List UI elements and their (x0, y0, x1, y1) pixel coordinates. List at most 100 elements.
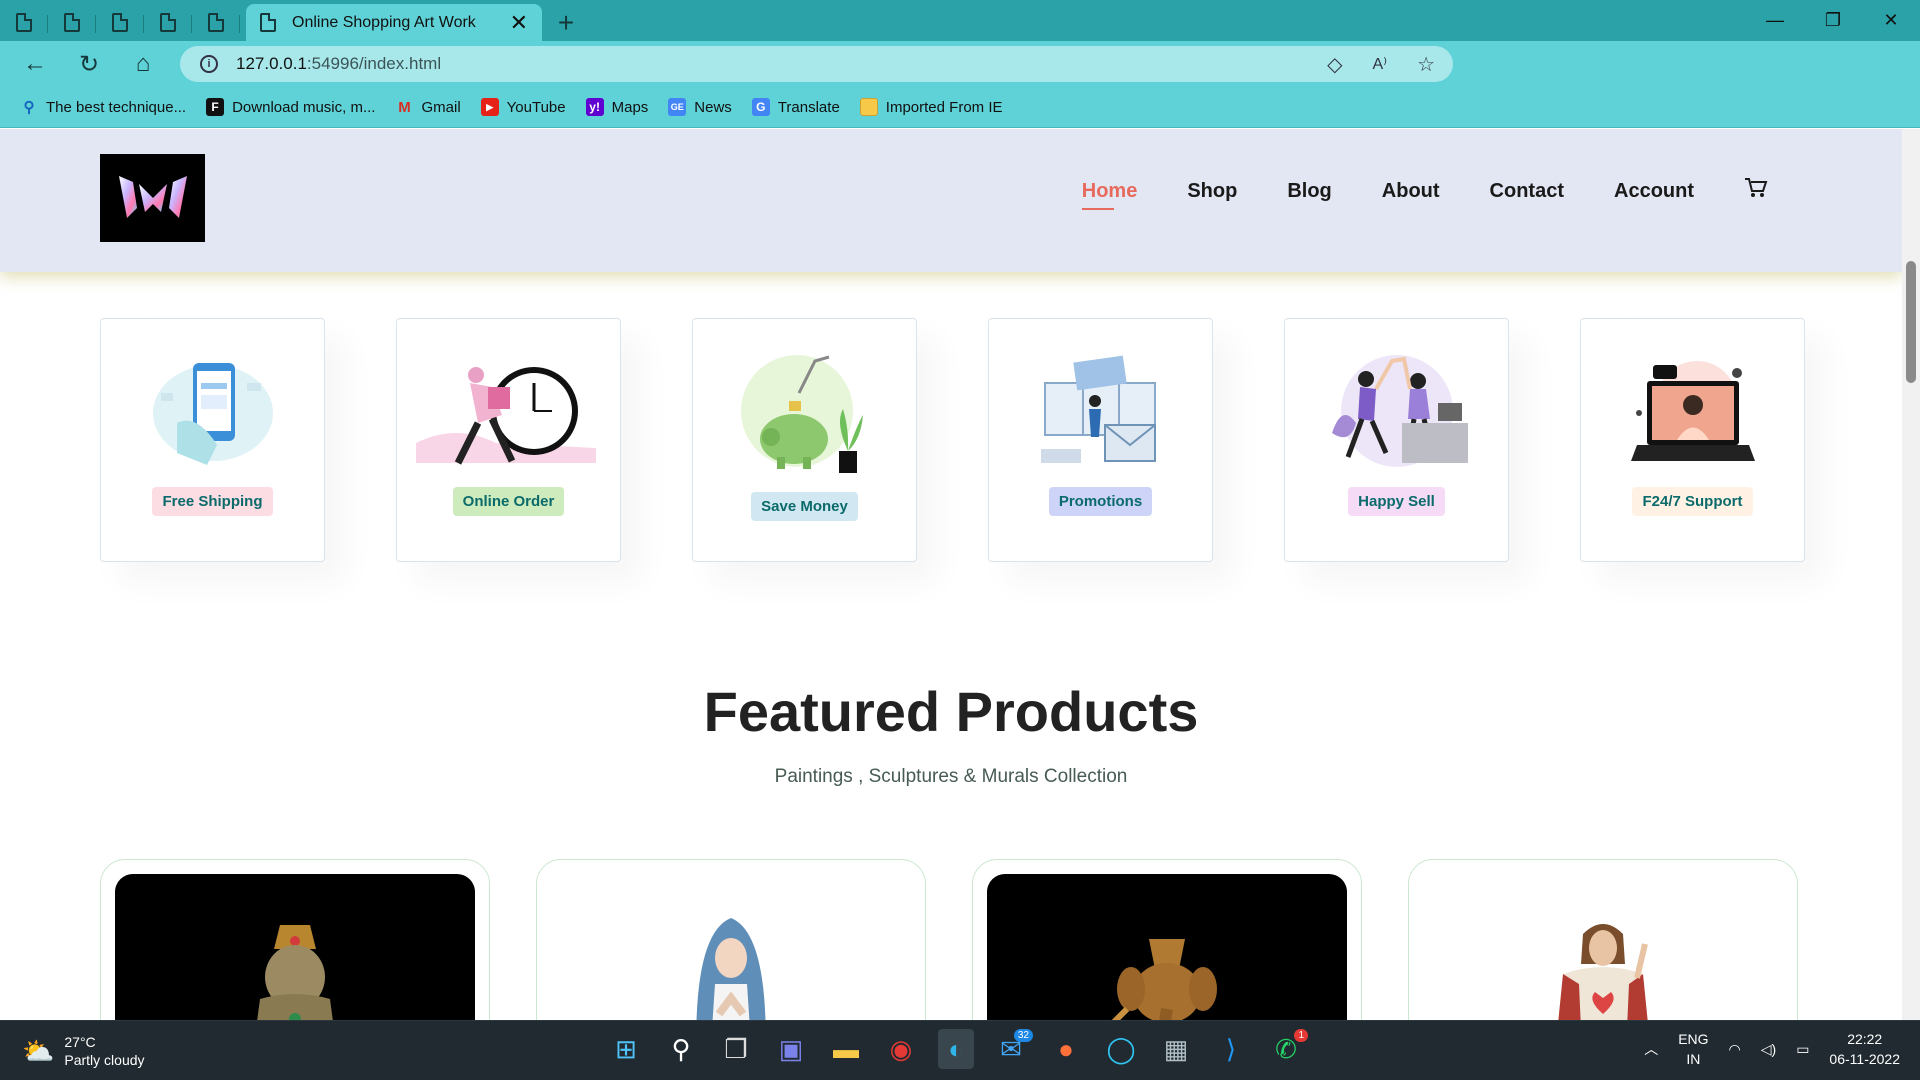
whatsapp-icon[interactable]: ✆ 1 (1268, 1029, 1308, 1069)
document-icon (260, 13, 276, 32)
search-icon[interactable]: ⚲ (663, 1029, 699, 1069)
volume-icon[interactable]: ◁) (1761, 1041, 1776, 1058)
nav-home[interactable]: Home (1081, 180, 1137, 210)
product-card[interactable] (536, 859, 926, 1020)
piggy-bank-icon (740, 355, 863, 473)
statue-image (257, 925, 333, 1020)
language-indicator[interactable]: ENG IN (1678, 1029, 1708, 1069)
logo-mark-icon (118, 176, 187, 218)
site-header: Home Shop Blog About Contact Account (0, 129, 1902, 272)
google-news-icon: GE (668, 98, 687, 116)
chrome-icon[interactable]: ◉ (883, 1029, 919, 1069)
bookmark-item[interactable]: M Gmail (395, 98, 460, 116)
cart-icon[interactable] (1744, 177, 1768, 205)
bookmark-item[interactable]: y! Maps (585, 98, 648, 116)
info-icon[interactable]: i (200, 55, 218, 73)
mail-icon[interactable]: ✉ 32 (993, 1029, 1033, 1069)
pinned-tab-2[interactable] (48, 4, 96, 41)
tag-icon[interactable]: ◇ (1327, 52, 1342, 77)
feature-card: Happy Sell (1284, 318, 1509, 562)
wifi-icon[interactable]: ◠ (1729, 1041, 1741, 1058)
close-tab-icon[interactable]: ✕ (510, 10, 528, 36)
whatsapp-badge: 1 (1294, 1029, 1308, 1042)
mail-badge: 32 (1013, 1029, 1033, 1042)
feature-label: Online Order (452, 487, 565, 516)
product-image[interactable] (115, 874, 475, 1020)
promotions-icon (1040, 355, 1156, 463)
youtube-icon: ▶ (480, 98, 499, 116)
nav-account[interactable]: Account (1614, 180, 1694, 203)
document-icon (16, 13, 32, 32)
bookmark-item[interactable]: ▶ YouTube (480, 98, 566, 116)
teams-chat-icon[interactable]: ▣ (773, 1029, 809, 1069)
battery-icon[interactable]: ▭ (1796, 1041, 1809, 1058)
feature-label: Free Shipping (152, 487, 273, 516)
bookmark-item[interactable]: ⚲ The best technique... (20, 98, 187, 117)
firefox-icon[interactable]: ● (1048, 1029, 1084, 1069)
nav-blog[interactable]: Blog (1287, 180, 1331, 203)
address-toolbar: ← ↻ ⌂ i 127.0.0.1:54996/index.html ◇ A⁾ … (0, 41, 1920, 118)
bookmark-item[interactable]: Imported From IE (859, 98, 1003, 116)
pinned-tab-1[interactable] (0, 4, 48, 41)
product-card[interactable] (1408, 859, 1798, 1020)
product-card[interactable] (972, 859, 1362, 1020)
file-explorer-icon[interactable]: ▬ (828, 1029, 864, 1069)
product-image[interactable] (1423, 874, 1783, 1020)
nav-about[interactable]: About (1382, 180, 1440, 203)
bookmark-item[interactable]: F Download music, m... (206, 98, 375, 116)
feature-card: Promotions (988, 318, 1213, 562)
new-tab-button[interactable]: + (548, 4, 584, 41)
support-laptop-icon (1630, 361, 1755, 461)
site-logo[interactable] (100, 154, 205, 242)
chevron-up-icon[interactable]: ︿ (1644, 1039, 1658, 1059)
clock[interactable]: 22:22 06-11-2022 (1829, 1029, 1900, 1069)
statue-image (1558, 924, 1648, 1020)
taskbar: ⛅ 27°C Partly cloudy ⊞ ⚲ ❐ ▣ ▬ ◉ ◐ ✉ 32 ●… (0, 1020, 1920, 1080)
feature-cards: Free Shipping Online Order Save Money Pr… (100, 318, 1805, 562)
nav-shop[interactable]: Shop (1187, 180, 1237, 203)
alexa-icon[interactable]: ◯ (1103, 1029, 1139, 1069)
product-image[interactable] (987, 874, 1347, 1020)
bookmark-item[interactable]: GE News (668, 98, 732, 116)
vscode-icon[interactable]: ⟩ (1213, 1029, 1249, 1069)
edge-icon[interactable]: ◐ (938, 1029, 974, 1069)
folder-icon (859, 98, 878, 116)
feature-label: Promotions (1048, 487, 1153, 516)
pinned-tab-4[interactable] (144, 4, 192, 41)
featured-title: Featured Products (703, 680, 1199, 743)
refresh-icon[interactable]: ↻ (62, 41, 116, 87)
active-tab[interactable]: Online Shopping Art Work ✕ (246, 4, 542, 41)
bookmarks-bar: ⚲ The best technique... F Download music, … (0, 87, 1920, 128)
start-icon[interactable]: ⊞ (608, 1029, 644, 1069)
product-card[interactable] (100, 859, 490, 1020)
bookmark-item[interactable]: G Translate (751, 98, 840, 116)
weather-text: Partly cloudy (64, 1052, 145, 1068)
url-bar[interactable]: i 127.0.0.1:54996/index.html ◇ A⁾ ☆ (180, 46, 1453, 82)
pinned-tab-3[interactable] (96, 4, 144, 41)
minimize-icon[interactable]: — (1746, 0, 1804, 40)
delivery-clock-icon (416, 367, 596, 465)
happy-sell-icon (1331, 355, 1468, 467)
app-icon[interactable]: ▦ (1158, 1029, 1194, 1069)
home-icon[interactable]: ⌂ (116, 41, 170, 87)
product-image[interactable] (551, 874, 911, 1020)
scrollbar-thumb[interactable] (1906, 261, 1916, 383)
weather-widget[interactable]: ⛅ 27°C Partly cloudy (22, 1033, 145, 1069)
window-controls: — ❐ ✕ (1746, 0, 1920, 40)
taskbar-apps: ⊞ ⚲ ❐ ▣ ▬ ◉ ◐ ✉ 32 ● ◯ ▦ ⟩ ✆ 1 (608, 1029, 1308, 1069)
url-path: :54996/index.html (306, 54, 442, 73)
back-icon[interactable]: ← (8, 41, 62, 87)
pinned-tab-5[interactable] (192, 4, 240, 41)
yahoo-icon: y! (585, 98, 604, 116)
add-favorite-icon[interactable]: ☆ (1417, 52, 1435, 77)
read-aloud-icon[interactable]: A⁾ (1372, 54, 1387, 74)
featured-subtitle: Paintings , Sculptures & Murals Collecti… (774, 766, 1128, 787)
restore-icon[interactable]: ❐ (1804, 0, 1862, 40)
task-view-icon[interactable]: ❐ (718, 1029, 754, 1069)
feature-label: Save Money (751, 492, 858, 521)
statue-image (696, 918, 766, 1020)
nav-contact[interactable]: Contact (1490, 180, 1564, 203)
close-window-icon[interactable]: ✕ (1862, 0, 1920, 40)
f-icon: F (206, 98, 225, 116)
page-scrollbar[interactable] (1902, 129, 1920, 1020)
